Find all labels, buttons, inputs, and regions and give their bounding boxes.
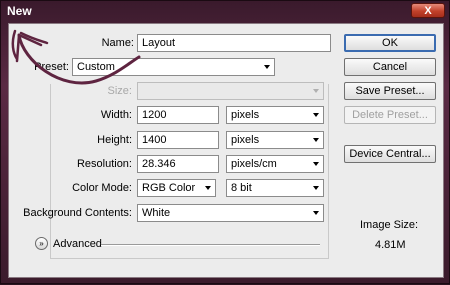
- resolution-unit-select[interactable]: pixels/cm: [226, 155, 324, 173]
- color-mode-label: Color Mode:: [72, 182, 132, 194]
- height-input[interactable]: 1400: [137, 131, 219, 149]
- delete-preset-button[interactable]: Delete Preset...: [344, 106, 436, 124]
- resolution-label: Resolution:: [76, 158, 132, 170]
- device-central-button[interactable]: Device Central...: [344, 145, 436, 163]
- width-label: Width:: [100, 109, 132, 121]
- title-bar[interactable]: New X: [1, 1, 450, 23]
- bit-depth-value: 8 bit: [231, 182, 252, 194]
- color-mode-select[interactable]: RGB Color: [137, 179, 216, 197]
- window-title: New: [7, 4, 32, 18]
- save-preset-button[interactable]: Save Preset...: [344, 82, 436, 100]
- width-unit-select[interactable]: pixels: [226, 106, 324, 124]
- image-size-value: 4.81M: [375, 239, 406, 251]
- background-contents-select[interactable]: White: [137, 204, 324, 222]
- preset-label: Preset:: [34, 61, 69, 73]
- new-document-dialog: New X Name: Layout Preset: Custom Size: …: [0, 0, 450, 284]
- cancel-button[interactable]: Cancel: [344, 58, 436, 76]
- name-input[interactable]: Layout: [137, 34, 331, 52]
- size-label: Size:: [107, 85, 132, 97]
- preset-select[interactable]: Custom: [72, 58, 275, 76]
- resolution-unit-value: pixels/cm: [231, 158, 277, 170]
- color-mode-value: RGB Color: [142, 182, 196, 194]
- dialog-body: Name: Layout Preset: Custom Size: Width:…: [8, 23, 444, 278]
- resolution-input[interactable]: 28.346: [137, 155, 219, 173]
- image-size-label: Image Size:: [360, 219, 419, 231]
- size-select[interactable]: [137, 82, 324, 100]
- chevron-down-icon: [264, 65, 270, 69]
- chevron-down-icon: [205, 186, 211, 190]
- height-label: Height:: [97, 134, 132, 146]
- background-contents-value: White: [142, 207, 171, 219]
- ok-button[interactable]: OK: [344, 34, 436, 52]
- background-contents-label: Background Contents:: [23, 207, 132, 219]
- chevron-down-icon: [313, 89, 319, 93]
- chevron-down-icon: [313, 138, 319, 142]
- chevron-down-icon: [313, 211, 319, 215]
- chevron-down-icon: [313, 162, 319, 166]
- advanced-divider: [101, 244, 320, 246]
- height-unit-select[interactable]: pixels: [226, 131, 324, 149]
- bit-depth-select[interactable]: 8 bit: [226, 179, 324, 197]
- advanced-label[interactable]: Advanced: [53, 238, 102, 250]
- close-button[interactable]: X: [411, 3, 445, 18]
- width-unit-value: pixels: [231, 109, 260, 121]
- preset-value: Custom: [77, 61, 115, 73]
- height-unit-value: pixels: [231, 134, 260, 146]
- chevron-down-icon: [313, 186, 319, 190]
- width-input[interactable]: 1200: [137, 106, 219, 124]
- name-label: Name:: [101, 37, 134, 49]
- chevron-down-icon: [313, 113, 319, 117]
- expand-advanced-icon[interactable]: »: [35, 237, 48, 250]
